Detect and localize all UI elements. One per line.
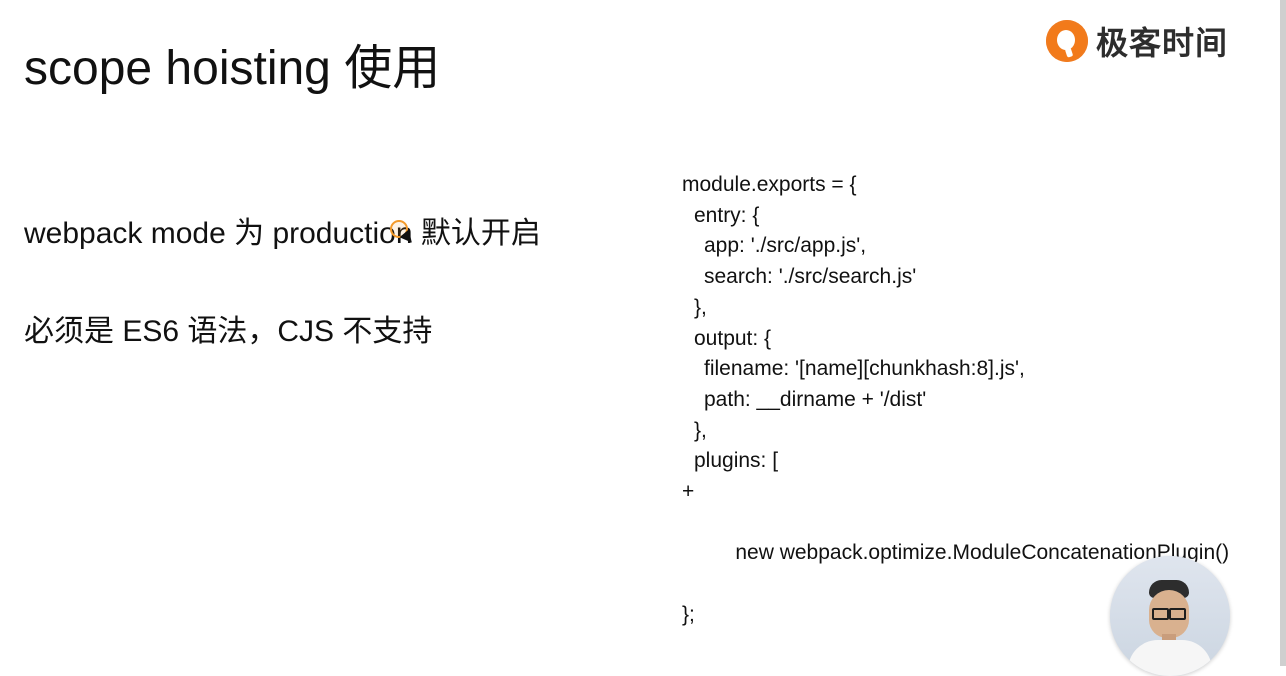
code-line-1: module.exports = { bbox=[682, 173, 857, 196]
code-line-4: search: './src/search.js' bbox=[704, 265, 917, 289]
code-line-2: entry: { bbox=[694, 203, 760, 227]
code-line-8: path: __dirname + '/dist' bbox=[704, 387, 927, 411]
presenter-shirt bbox=[1128, 640, 1212, 676]
window-right-edge bbox=[1280, 0, 1286, 666]
slide-title: scope hoisting 使用 bbox=[24, 42, 441, 95]
code-line-9: }, bbox=[694, 418, 707, 442]
geektime-logo-icon bbox=[1046, 20, 1088, 62]
statement-es6-required: 必须是 ES6 语法，CJS 不支持 bbox=[24, 315, 433, 348]
code-line-7: filename: '[name][chunkhash:8].js', bbox=[704, 357, 1025, 381]
mouse-cursor-indicator bbox=[390, 220, 408, 238]
code-line-5: }, bbox=[694, 295, 707, 319]
presenter-glasses-icon bbox=[1152, 608, 1186, 620]
brand-name: 极客时间 bbox=[1096, 25, 1229, 61]
code-line-6: output: { bbox=[694, 326, 772, 350]
presenter-video-thumbnail bbox=[1110, 556, 1230, 676]
code-line-10: plugins: [ bbox=[694, 449, 779, 473]
code-line-3: app: './src/app.js', bbox=[704, 234, 867, 258]
brand-header: 极客时间 bbox=[1046, 18, 1228, 64]
statement-webpack-mode: webpack mode 为 production 默认开启 bbox=[24, 217, 541, 250]
diff-plus-marker: + bbox=[682, 480, 695, 504]
